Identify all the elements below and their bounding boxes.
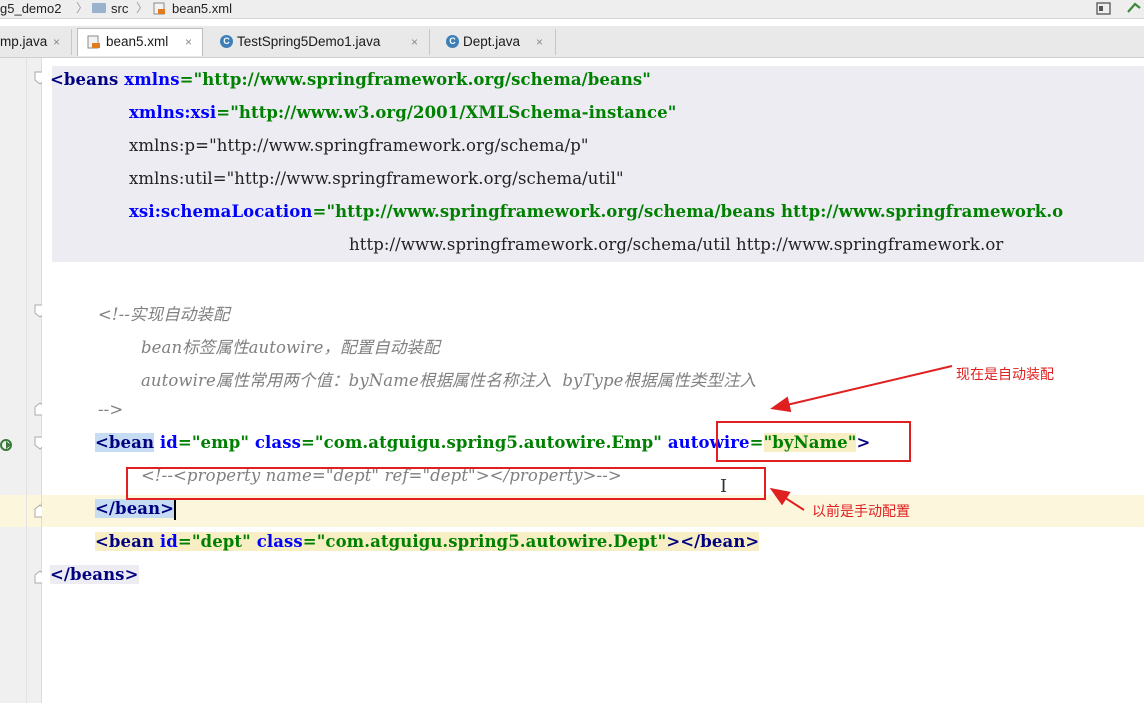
breadcrumb-project[interactable]: g5_demo2 [0,0,61,18]
comment-line: bean标签属性autowire，配置自动装配 [141,338,440,357]
tab-label: TestSpring5Demo1.java [237,34,381,49]
breadcrumb-file[interactable]: bean5.xml [172,0,232,18]
annotation-before-label: 以前是手动配置 [812,504,910,520]
tab-dept-java[interactable]: C Dept.java × [434,29,556,55]
run-arrow-icon[interactable] [1126,0,1144,15]
xml-file-icon [87,35,100,49]
chevron-right-icon: 〉 [136,1,149,15]
tab-label: Dept.java [463,34,521,49]
folder-icon [92,3,106,13]
chevron-right-icon: 〉 [76,1,89,15]
autowire-annotation-box [716,421,911,462]
code-line: xmlns:p="http://www.springframework.org/… [129,136,589,155]
code-line: xsi:schemaLocation="http://www.springfra… [129,202,1064,221]
breadcrumb-folder[interactable]: src [111,0,128,18]
arrow-to-autowire [770,365,953,413]
code-line: xmlns:util="http://www.springframework.o… [129,169,624,188]
namespace-block-highlight [52,66,1144,262]
navigate-implementation-icon[interactable] [0,438,14,452]
xml-file-icon [153,2,165,15]
tab-mp-java[interactable]: mp.java × [0,29,72,55]
comment-line: autowire属性常用两个值：byName根据属性名称注入 byType根据属… [141,371,757,390]
comment-line: <!--实现自动装配 [98,305,230,324]
code-editor[interactable]: <beans xmlns="http://www.springframework… [42,58,1144,703]
code-line: xmlns:xsi="http://www.w3.org/2001/XMLSch… [129,103,677,122]
layout-icon[interactable] [1096,1,1112,16]
editor-tab-bar: mp.java × bean5.xml × C TestSpring5Demo1… [0,26,1144,58]
property-annotation-box [126,467,766,500]
tab-label: bean5.xml [106,34,169,49]
tab-label: mp.java [0,34,48,49]
java-class-icon: C [446,35,459,48]
bean-dept-line: <bean id="dept" class="com.atguigu.sprin… [95,532,760,551]
code-line: http://www.springframework.org/schema/ut… [349,235,1004,254]
editor-gutter [0,58,74,703]
beans-close-line: </beans> [50,565,139,584]
tab-bean5-xml[interactable]: bean5.xml × [77,28,203,56]
close-icon[interactable]: × [53,29,60,55]
java-class-icon: C [220,35,233,48]
close-icon[interactable]: × [411,29,418,55]
close-icon[interactable]: × [536,29,543,55]
code-line: <beans xmlns="http://www.springframework… [50,70,652,89]
annotation-now-label: 现在是自动装配 [956,367,1054,383]
comment-line: --> [98,400,124,419]
tab-testspring5demo1-java[interactable]: C TestSpring5Demo1.java × [208,29,430,55]
breadcrumb: g5_demo2 〉 src 〉 bean5.xml [0,0,1144,19]
bean-close-line: </bean> [95,499,177,520]
caret [174,499,177,520]
close-icon[interactable]: × [185,29,192,55]
